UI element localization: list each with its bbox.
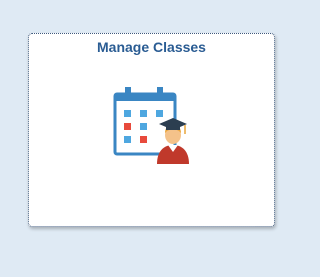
graduation-cap-base [166, 125, 180, 130]
calendar-cell-highlight [140, 136, 147, 143]
calendar-cell [124, 136, 131, 143]
calendar-cell [140, 110, 147, 117]
calendar-cell [156, 110, 163, 117]
calendar-student-icon [113, 87, 189, 164]
calendar-cell-highlight [124, 123, 131, 130]
calendar-cell [140, 123, 147, 130]
tile-title: Manage Classes [97, 39, 206, 55]
manage-classes-tile[interactable]: Manage Classes [28, 33, 275, 227]
calendar-cell [124, 110, 131, 117]
calendar-header [115, 94, 175, 101]
calendar-ring-left [125, 87, 131, 98]
calendar-ring-right [157, 87, 163, 98]
